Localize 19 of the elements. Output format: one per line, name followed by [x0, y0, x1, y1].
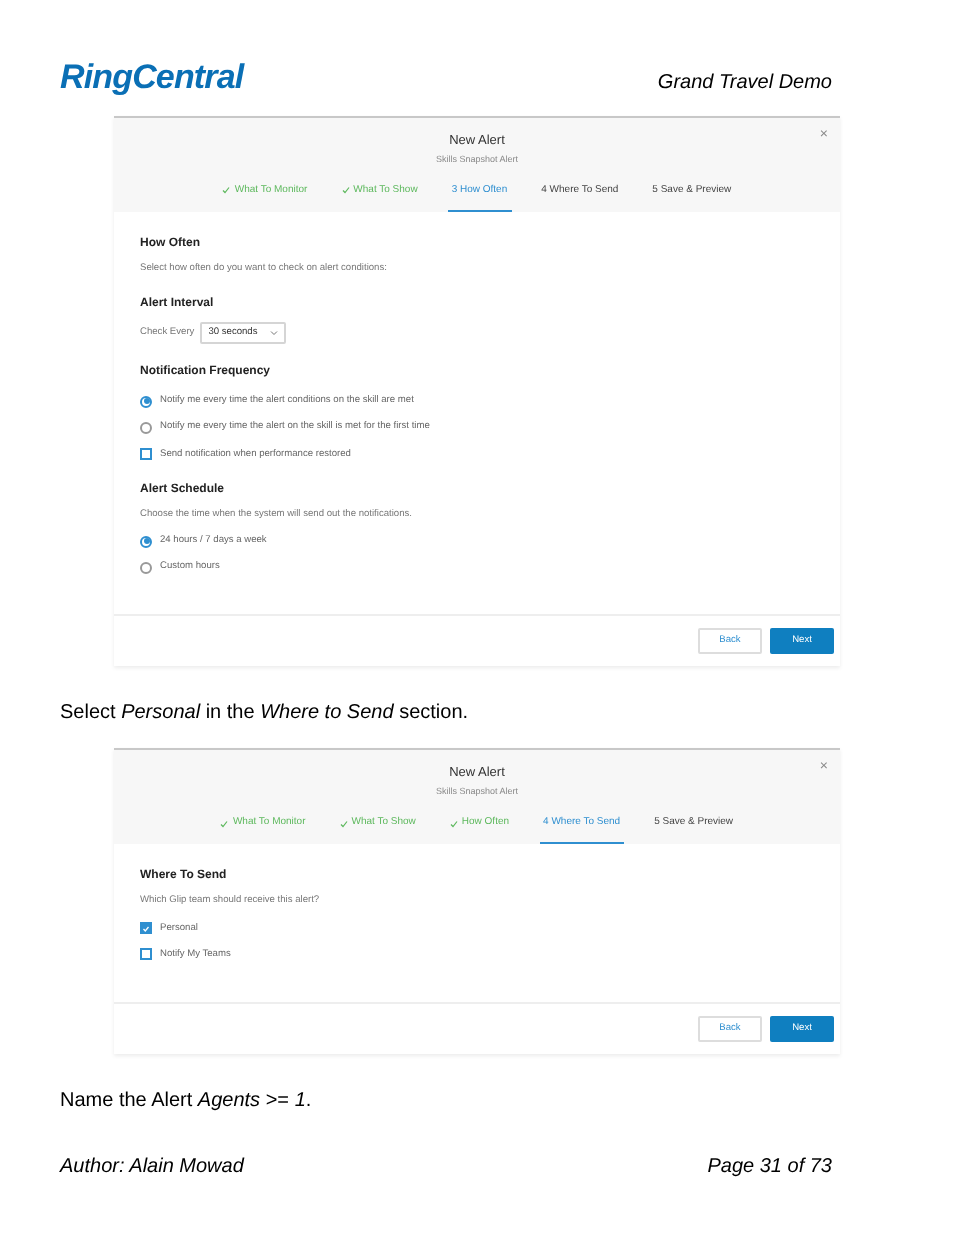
checkbox[interactable] — [140, 448, 152, 461]
check-icon — [339, 819, 348, 828]
author-text: Author: Alain Mowad — [60, 1154, 244, 1182]
checkbox[interactable] — [140, 948, 152, 961]
check-icon — [341, 186, 350, 195]
document-title: Grand Travel Demo — [657, 74, 832, 94]
check-icon — [222, 186, 231, 195]
radio-button[interactable] — [140, 395, 152, 408]
check-icon — [220, 819, 229, 828]
logo: RingCentral — [60, 60, 244, 94]
radio-button[interactable] — [140, 535, 152, 548]
radio-button[interactable] — [140, 421, 152, 434]
check-icon — [449, 819, 458, 828]
instruction-text: Select Personal in the Where to Send section. — [60, 700, 471, 729]
radio-button[interactable] — [140, 561, 152, 574]
instruction-text: Name the Alert Agents >= 1. — [60, 1087, 314, 1116]
checkbox[interactable] — [140, 922, 152, 935]
page-number: Page 31 of 73 — [707, 1154, 832, 1182]
caret-icon — [269, 330, 278, 337]
